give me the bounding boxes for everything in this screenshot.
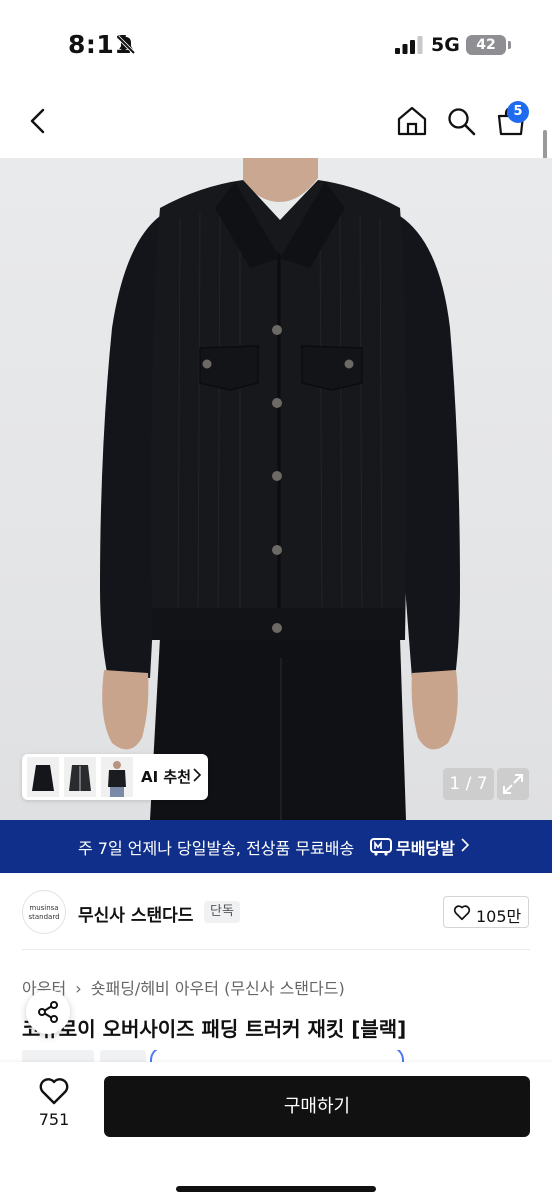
brand-logo[interactable]: musinsa standard [22,890,66,934]
divider [22,949,530,950]
share-icon [38,1001,58,1023]
battery-indicator: 42 [466,35,506,55]
back-icon[interactable] [28,107,48,135]
brand-like-button[interactable]: 105만 [443,896,529,928]
exclusive-tag: 단독 [204,901,240,923]
banner-text: 주 7일 언제나 당일발송, 전상품 무료배송 [78,839,355,858]
status-bar: 8:11 5G 42 [0,0,552,92]
heart-icon [453,905,471,921]
shipping-banner[interactable]: 주 7일 언제나 당일발송, 전상품 무료배송 무배당발 [0,820,552,873]
thumb-jacket-zip[interactable] [64,757,96,797]
brand-like-count: 105만 [476,907,522,926]
thumb-jacket-front[interactable] [27,757,59,797]
product-photo [100,158,460,820]
buy-button[interactable]: 구매하기 [104,1076,530,1137]
signal-icon [395,36,423,54]
cart-badge: 5 [507,101,529,123]
product-image-carousel[interactable]: AI 추천 1 / 7 [0,158,552,820]
product-detail-screen: 8:11 5G 42 5 AI 추천 1 / 7 주 7일 언제나 당일발송, … [0,0,552,1200]
product-title: 코듀로이 오버사이즈 패딩 트러커 재킷 [블랙] [22,1017,407,1041]
tag-chip[interactable] [100,1050,146,1062]
product-tags [22,1050,552,1062]
network-label: 5G [431,34,460,56]
ai-recommend-label: AI 추천 [141,768,192,786]
share-button[interactable] [26,990,70,1034]
banner-logo-text: 무배당발 [396,839,455,858]
top-nav [0,92,552,158]
image-counter: 1 / 7 [443,768,494,800]
brand-logo-line1: musinsa [29,904,59,912]
search-icon[interactable] [446,106,476,136]
breadcrumb-separator: › [75,979,82,998]
free-shipping-logo-icon [370,838,392,856]
breadcrumb: 아우터 › 숏패딩/헤비 아우터 (무신사 스탠다드) [22,975,345,999]
chevron-right-icon [461,838,470,852]
bell-slash-icon [116,35,136,55]
home-icon[interactable] [396,105,428,137]
breadcrumb-subcategory[interactable]: 숏패딩/헤비 아우터 (무신사 스탠다드) [91,979,345,998]
ai-recommend-strip[interactable]: AI 추천 [22,754,208,800]
brand-logo-line2: standard [28,913,60,921]
brand-name[interactable]: 무신사 스탠다드 [78,901,193,926]
tag-chip[interactable] [22,1050,94,1062]
heart-icon[interactable] [38,1077,70,1105]
expand-icon [503,774,523,794]
product-like-count: 751 [38,1110,70,1129]
chevron-right-icon [193,768,202,782]
battery-tip [508,41,511,49]
thumb-model[interactable] [101,757,133,797]
home-indicator[interactable] [176,1186,376,1192]
expand-button[interactable] [497,768,529,800]
tooltip-bubble [150,1050,404,1062]
